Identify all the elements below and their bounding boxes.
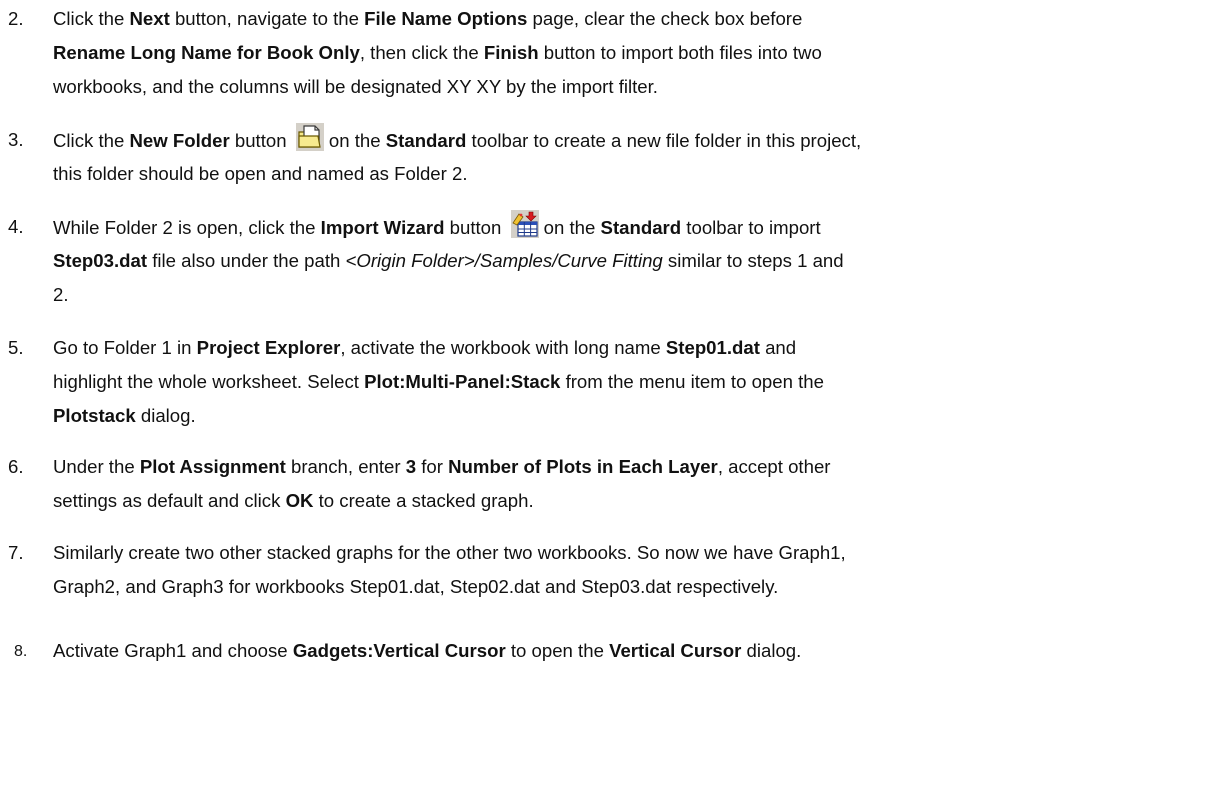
step-line: 2. [53,278,1205,312]
text-run: highlight the whole worksheet. Select [53,371,365,392]
text-run: similar to steps 1 and [662,250,844,271]
text-run: While Folder 2 is open, click the [53,217,321,238]
step-line: Rename Long Name for Book Only, then cli… [53,36,1205,70]
bold-term: Plot:Multi-Panel:Stack [364,371,561,392]
import-wizard-icon [510,210,539,238]
text-run: this folder should be open and named as … [53,163,468,184]
text-run: , accept other [717,456,831,477]
bold-term: Step01.dat [665,337,760,358]
bold-term: Standard [385,130,467,151]
step-number: 7. [8,542,24,563]
text-run: settings as default and click [53,490,286,511]
bold-term: Project Explorer [196,337,341,358]
text-run: button to import both files into two [538,42,822,63]
text-run: on the [543,217,601,238]
text-run: from the menu item to open the [560,371,824,392]
text-run: page, clear the check box before [527,8,803,29]
step-text: Similarly create two other stacked graph… [53,536,1205,604]
step-number: 8. [14,643,28,660]
step-number: 5. [8,337,24,358]
step-text: While Folder 2 is open, click the Import… [53,210,1205,312]
step-line: settings as default and click OK to crea… [53,484,1205,518]
text-run: button, navigate to the [169,8,365,29]
text-run: on the [328,130,386,151]
italic-path: <Origin Folder>/Samples/Curve Fitting [345,250,663,271]
bold-term: New Folder [129,130,230,151]
bold-term: Plotstack [53,405,136,426]
text-run: Graph2, and Graph3 for workbooks Step01.… [53,576,779,597]
text-run: , then click the [359,42,484,63]
step-text: Click the New Folder button on the Stand… [53,123,1205,191]
text-run: dialog. [741,640,802,661]
step-line: Plotstack dialog. [53,399,1205,433]
text-run: Similarly create two other stacked graph… [53,542,846,563]
step-line: While Folder 2 is open, click the Import… [53,210,1205,244]
text-run: button [444,217,507,238]
step-line: Activate Graph1 and choose Gadgets:Verti… [53,634,1205,668]
text-run: toolbar to create a new file folder in t… [466,130,862,151]
text-run: for [416,456,449,477]
bold-term: OK [285,490,314,511]
text-run: 2. [53,284,69,305]
text-run: Activate Graph1 and choose [53,640,293,661]
text-run: Click the [53,130,130,151]
new-folder-icon [295,123,324,151]
text-run: button [229,130,292,151]
step-line: Under the Plot Assignment branch, enter … [53,450,1205,484]
step-text: Go to Folder 1 in Project Explorer, acti… [53,331,1205,433]
bold-term: Import Wizard [320,217,445,238]
step-number: 4. [8,216,24,237]
text-run: to open the [505,640,610,661]
bold-term: Rename Long Name for Book Only [53,42,360,63]
bold-term: Step03.dat [53,250,148,271]
step-line: Similarly create two other stacked graph… [53,536,1205,570]
text-run: branch, enter [285,456,406,477]
text-run: Go to Folder 1 in [53,337,197,358]
text-run: Click the [53,8,130,29]
text-run: , activate the workbook with long name [340,337,666,358]
bold-term: 3 [405,456,417,477]
step-text: Activate Graph1 and choose Gadgets:Verti… [53,634,1205,668]
text-run: Under the [53,456,140,477]
step-line: Click the Next button, navigate to the F… [53,2,1205,36]
text-run: file also under the path [147,250,346,271]
bold-term: Gadgets:Vertical Cursor [292,640,506,661]
text-run: dialog. [135,405,196,426]
bold-term: Next [129,8,170,29]
step-line: this folder should be open and named as … [53,157,1205,191]
text-run: toolbar to import [681,217,821,238]
step-line: Graph2, and Graph3 for workbooks Step01.… [53,570,1205,604]
step-number: 2. [8,8,24,29]
step-line: Step03.dat file also under the path <Ori… [53,244,1205,278]
step-line: Click the New Folder button on the Stand… [53,123,1205,157]
text-run: workbooks, and the columns will be desig… [53,76,658,97]
step-text: Click the Next button, navigate to the F… [53,2,1205,104]
step-line: Go to Folder 1 in Project Explorer, acti… [53,331,1205,365]
step-text: Under the Plot Assignment branch, enter … [53,450,1205,518]
step-line: workbooks, and the columns will be desig… [53,70,1205,104]
bold-term: Finish [483,42,539,63]
bold-term: Plot Assignment [139,456,286,477]
bold-term: Standard [600,217,682,238]
step-number: 6. [8,456,24,477]
bold-term: Number of Plots in Each Layer [448,456,718,477]
text-run: to create a stacked graph. [313,490,534,511]
bold-term: File Name Options [364,8,528,29]
bold-term: Vertical Cursor [609,640,742,661]
step-number: 3. [8,129,24,150]
step-line: highlight the whole worksheet. Select Pl… [53,365,1205,399]
text-run: and [759,337,797,358]
